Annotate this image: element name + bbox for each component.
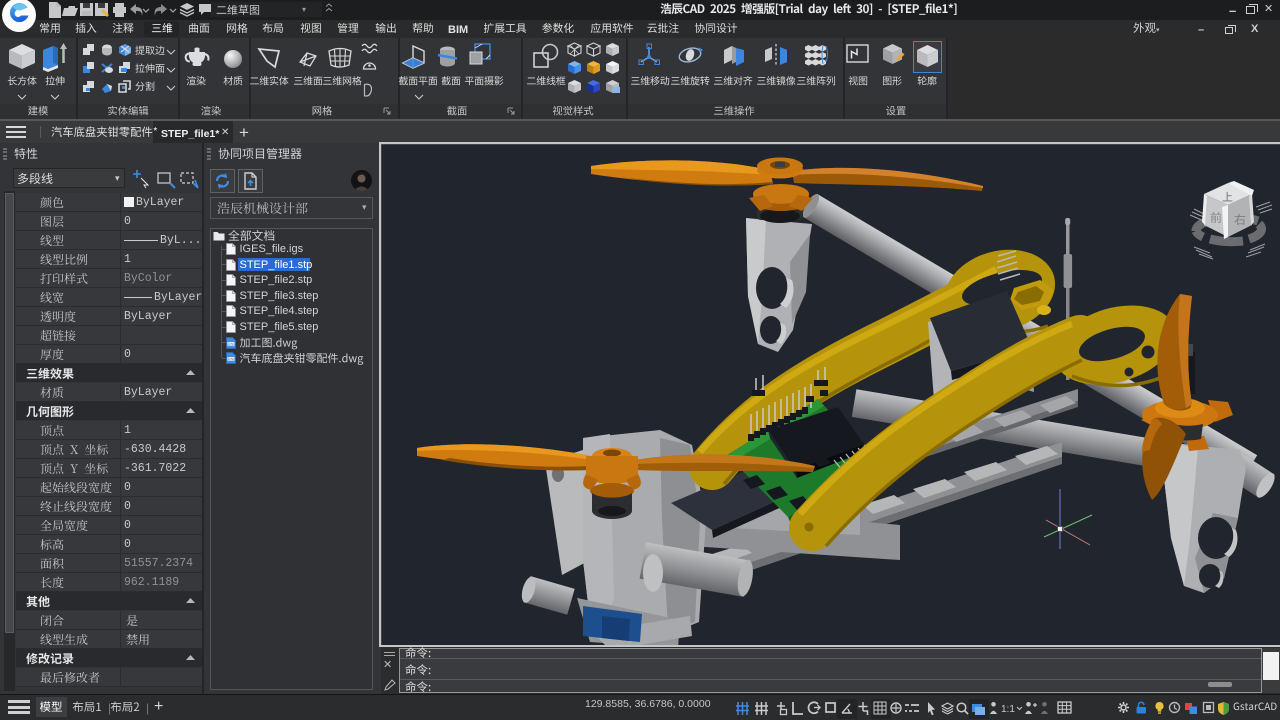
svg-text:1:1: 1:1 (1001, 704, 1015, 715)
